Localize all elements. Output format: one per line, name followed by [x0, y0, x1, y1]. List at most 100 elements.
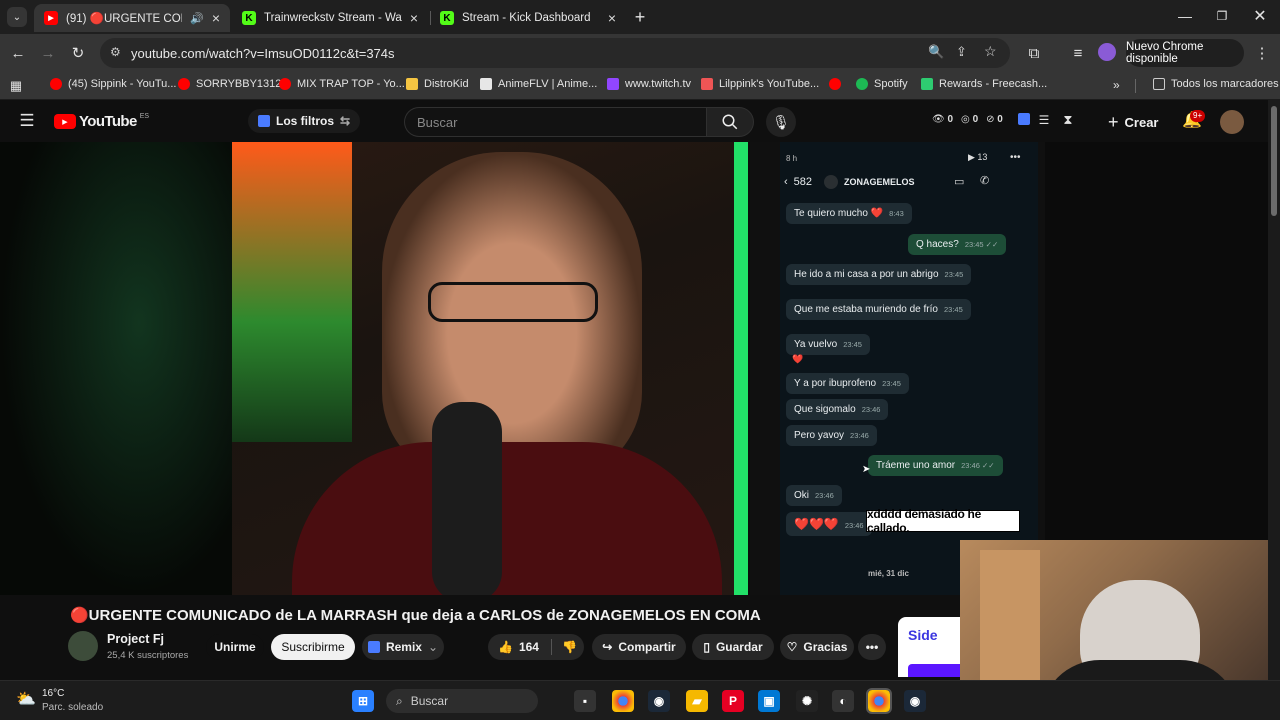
zoom-icon[interactable]: 🔍 [928, 44, 944, 60]
chat-header: ‹ 582 ZONAGEMELOS [784, 175, 915, 189]
apps-grid-icon[interactable]: ▦ [6, 76, 26, 96]
chatgpt-icon[interactable]: ✺ [796, 690, 818, 712]
weather-temperature[interactable]: 16°C [42, 688, 64, 699]
more-menu-icon[interactable]: ⋮ [1252, 43, 1272, 63]
remix-button[interactable]: Remix ⌄ [362, 634, 444, 660]
bookmark-item[interactable]: MIX TRAP TOP - Yo... [279, 78, 405, 90]
url-text[interactable]: youtube.com/watch?v=ImsuOD0112c&t=374s [131, 46, 395, 61]
channel-name[interactable]: Project Fj [107, 632, 164, 646]
thanks-button[interactable]: ♡ Gracias [780, 634, 854, 660]
extensions-icon[interactable]: ⧉ [1024, 43, 1044, 63]
bookmark-label: MIX TRAP TOP - Yo... [297, 78, 405, 90]
store-icon[interactable]: ▣ [758, 690, 780, 712]
forward-icon[interactable]: → [38, 43, 58, 63]
pinterest-icon[interactable]: P [722, 690, 744, 712]
taskbar-search[interactable]: ⌕ Buscar [386, 689, 538, 713]
close-window-icon[interactable]: ✕ [1250, 6, 1270, 26]
bookmark-item[interactable]: www.twitch.tv [607, 78, 691, 90]
side-promo-bar [908, 664, 960, 677]
filters-button[interactable]: Los filtros ⇆ [248, 109, 361, 133]
tab-title: Trainwreckstv Stream - Watch L [264, 12, 402, 24]
speaker-icon[interactable]: 🔊 [190, 12, 204, 25]
install-app-icon[interactable]: ⇪ [956, 44, 967, 60]
search-input[interactable]: Buscar [404, 107, 706, 137]
windows-start-icon[interactable]: ⊞ [352, 690, 374, 712]
message-time: 23:45 [944, 270, 964, 279]
app-icon[interactable]: ◐ [832, 690, 854, 712]
account-avatar[interactable] [1220, 110, 1244, 134]
channel-avatar[interactable] [68, 631, 98, 661]
tab-youtube[interactable]: ▶ (91) 🔴URGENTE COMUNIC 🔊 × [34, 4, 230, 32]
close-tab-icon[interactable]: × [410, 10, 418, 26]
message-text: Ya vuelvo [794, 339, 838, 350]
bookmark-label: DistroKid [424, 78, 469, 90]
new-tab-icon[interactable]: + [630, 7, 650, 27]
dislike-icon[interactable]: 👎 [562, 640, 577, 654]
hourglass-icon[interactable]: ⧗ [1058, 110, 1078, 130]
background-lights [232, 142, 352, 442]
minimize-icon[interactable]: — [1175, 6, 1195, 26]
create-button[interactable]: + Crear [1108, 112, 1158, 133]
steam-icon[interactable]: ◉ [648, 690, 670, 712]
save-label: Guardar [715, 640, 763, 654]
bookmark-star-icon[interactable]: ☆ [984, 43, 997, 60]
contact-avatar [824, 175, 839, 189]
join-button[interactable]: Unirme [206, 634, 264, 660]
tab-search-icon[interactable]: ⌄ [7, 7, 27, 27]
hamburger-menu-icon[interactable]: ☰ [17, 111, 37, 131]
stat-value: 0 [997, 114, 1003, 125]
file-explorer-icon[interactable]: ▰ [686, 690, 708, 712]
address-bar[interactable]: ⚙ youtube.com/watch?v=ImsuOD0112c&t=374s… [100, 38, 1010, 68]
bookmark-item[interactable]: AnimeFLV | Anime... [480, 78, 597, 90]
chrome-active-icon[interactable] [866, 688, 892, 714]
bookmark-item[interactable]: (45) Sippink - YouTu... [50, 78, 176, 90]
profile-avatar[interactable] [1098, 43, 1116, 61]
close-tab-icon[interactable]: × [608, 10, 616, 26]
media-controls-icon[interactable]: ≡ [1068, 43, 1088, 63]
message-time: 23:46 [850, 431, 869, 440]
close-tab-icon[interactable]: × [212, 10, 220, 26]
site-info-icon[interactable]: ⚙ [110, 45, 121, 59]
chat-message: Pero yavoy 23:46 [786, 425, 877, 446]
maximize-icon[interactable]: ❐ [1212, 6, 1232, 26]
scrollbar-thumb[interactable] [1271, 106, 1277, 216]
bookmark-item[interactable]: DistroKid [406, 78, 469, 90]
save-button[interactable]: ▯ Guardar [692, 634, 774, 660]
more-actions-button[interactable]: ••• [858, 634, 886, 660]
like-icon[interactable]: 👍 [498, 640, 513, 654]
reload-icon[interactable]: ↻ [68, 43, 88, 63]
chrome-icon[interactable] [612, 690, 634, 712]
chat-message: He ido a mi casa a por un abrigo 23:45 [786, 264, 972, 285]
more-options-icon: ••• [1010, 152, 1021, 163]
like-count: 164 [518, 640, 539, 654]
taskbar-search-placeholder: Buscar [410, 694, 449, 708]
youtube-logo[interactable]: ▶ YouTube ES [54, 113, 149, 130]
all-bookmarks[interactable]: Todos los marcadores [1153, 78, 1279, 90]
bookmark-item[interactable] [829, 78, 841, 90]
bookmark-item[interactable]: Rewards - Freecash... [921, 78, 1047, 90]
animeflv-favicon-icon [480, 78, 492, 90]
extension-icon[interactable] [1018, 113, 1030, 125]
subscribe-button[interactable]: Suscribirme [271, 634, 355, 660]
bookmark-item[interactable]: Lilppink's YouTube... [701, 78, 819, 90]
list-icon[interactable]: ☰ [1034, 110, 1054, 130]
tab-kick-dashboard[interactable]: K Stream - Kick Dashboard × [430, 4, 626, 32]
weather-condition[interactable]: Parc. soleado [42, 702, 103, 713]
task-view-icon[interactable]: ▪ [574, 690, 596, 712]
share-button[interactable]: ↪ Compartir [592, 634, 686, 660]
bookmark-item[interactable]: SORRYBBY1312 [178, 78, 281, 90]
bookmark-item[interactable]: Spotify [856, 78, 908, 90]
tab-trainwreckstv[interactable]: K Trainwreckstv Stream - Watch L × [232, 4, 428, 32]
new-chrome-available-button[interactable]: Nuevo Chrome disponible [1126, 39, 1244, 67]
voice-search-icon[interactable]: 🎙 [766, 107, 796, 137]
more-bookmarks-icon[interactable]: » [1113, 78, 1120, 92]
side-promo-card[interactable]: Side [898, 617, 960, 677]
page-scrollbar[interactable] [1268, 100, 1280, 680]
weather-sun-icon[interactable]: ⛅ [16, 689, 36, 709]
video-player[interactable]: 8 h ▶ 13 ••• ‹ 582 ZONAGEMELOS ▭ ✆ Te qu… [0, 142, 1268, 595]
tab-strip: ⌄ ▶ (91) 🔴URGENTE COMUNIC 🔊 × K Trainwre… [0, 0, 1280, 34]
message-text: He ido a mi casa a por un abrigo [794, 269, 939, 280]
steam-active-icon[interactable]: ◉ [904, 690, 926, 712]
search-button[interactable] [706, 107, 754, 137]
back-icon[interactable]: ← [8, 43, 28, 63]
